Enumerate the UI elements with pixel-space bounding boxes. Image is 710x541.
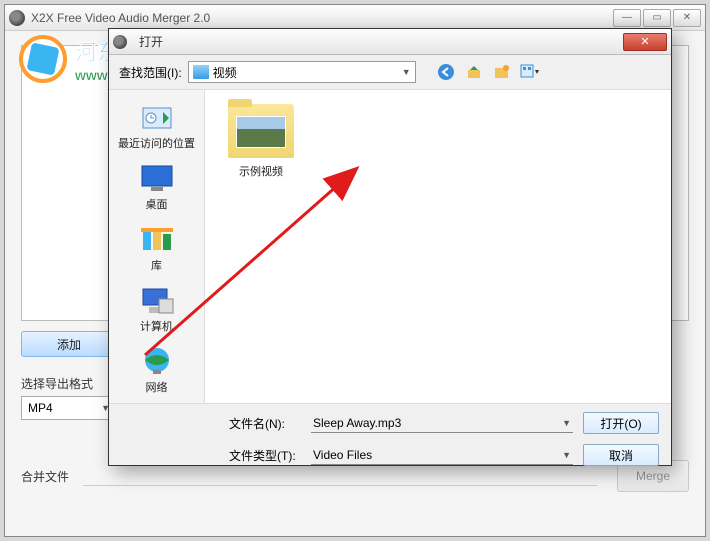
dialog-bottom: 文件名(N): Sleep Away.mp3 ▼ 打开(O) 文件类型(T): … bbox=[109, 403, 671, 474]
window-buttons: — ▭ ✕ bbox=[613, 9, 701, 27]
new-folder-icon[interactable] bbox=[492, 62, 512, 82]
place-desktop[interactable]: 桌面 bbox=[115, 159, 199, 216]
filename-value: Sleep Away.mp3 bbox=[313, 416, 401, 430]
filetype-value: Video Files bbox=[313, 448, 372, 462]
folder-icon bbox=[193, 65, 209, 79]
dialog-toolbar: 查找范围(I): 视频 ▼ bbox=[109, 55, 671, 89]
look-in-select[interactable]: 视频 ▼ bbox=[188, 61, 416, 83]
place-label: 最近访问的位置 bbox=[118, 135, 195, 151]
look-in-label: 查找范围(I): bbox=[119, 64, 182, 81]
back-icon[interactable] bbox=[436, 62, 456, 82]
watermark-logo-icon bbox=[19, 35, 67, 83]
chevron-down-icon: ▼ bbox=[402, 67, 411, 77]
chevron-down-icon: ▼ bbox=[562, 450, 571, 460]
place-label: 网络 bbox=[146, 379, 168, 395]
format-label: 选择导出格式 bbox=[21, 375, 93, 392]
cancel-button[interactable]: 取消 bbox=[583, 444, 659, 466]
open-button[interactable]: 打开(O) bbox=[583, 412, 659, 434]
place-label: 计算机 bbox=[140, 318, 173, 334]
place-computer[interactable]: 计算机 bbox=[115, 281, 199, 338]
dialog-title-text: 打开 bbox=[139, 33, 163, 50]
filename-label: 文件名(N): bbox=[121, 415, 301, 432]
filetype-select[interactable]: Video Files ▼ bbox=[311, 445, 573, 465]
place-recent[interactable]: 最近访问的位置 bbox=[115, 98, 199, 155]
dialog-close-button[interactable]: ✕ bbox=[623, 33, 667, 51]
look-in-value: 视频 bbox=[213, 64, 398, 81]
folder-item[interactable]: 示例视频 bbox=[219, 104, 303, 179]
main-title: X2X Free Video Audio Merger 2.0 bbox=[31, 11, 613, 25]
place-label: 库 bbox=[151, 257, 162, 273]
minimize-button[interactable]: — bbox=[613, 9, 641, 27]
open-dialog: 打开 ✕ 查找范围(I): 视频 ▼ 最近访问的位置 桌面 bbox=[108, 28, 672, 466]
merge-label: 合并文件 bbox=[21, 468, 69, 485]
place-libraries[interactable]: 库 bbox=[115, 220, 199, 277]
close-button[interactable]: ✕ bbox=[673, 9, 701, 27]
app-icon bbox=[9, 10, 25, 26]
maximize-button[interactable]: ▭ bbox=[643, 9, 671, 27]
chevron-down-icon: ▼ bbox=[562, 418, 571, 428]
view-menu-icon[interactable] bbox=[520, 62, 540, 82]
file-area[interactable]: 示例视频 bbox=[205, 90, 671, 403]
places-bar: 最近访问的位置 桌面 库 计算机 网络 bbox=[109, 90, 205, 403]
folder-icon bbox=[228, 104, 294, 158]
folder-label: 示例视频 bbox=[239, 163, 283, 179]
place-network[interactable]: 网络 bbox=[115, 342, 199, 399]
filename-input[interactable]: Sleep Away.mp3 ▼ bbox=[311, 413, 573, 433]
format-select[interactable]: MP4 ▼ bbox=[21, 396, 117, 420]
filetype-label: 文件类型(T): bbox=[121, 447, 301, 464]
up-icon[interactable] bbox=[464, 62, 484, 82]
dialog-titlebar: 打开 ✕ bbox=[109, 29, 671, 55]
format-value: MP4 bbox=[28, 401, 53, 415]
place-label: 桌面 bbox=[146, 196, 168, 212]
add-button[interactable]: 添加 bbox=[21, 331, 117, 357]
dialog-icon bbox=[113, 35, 127, 49]
